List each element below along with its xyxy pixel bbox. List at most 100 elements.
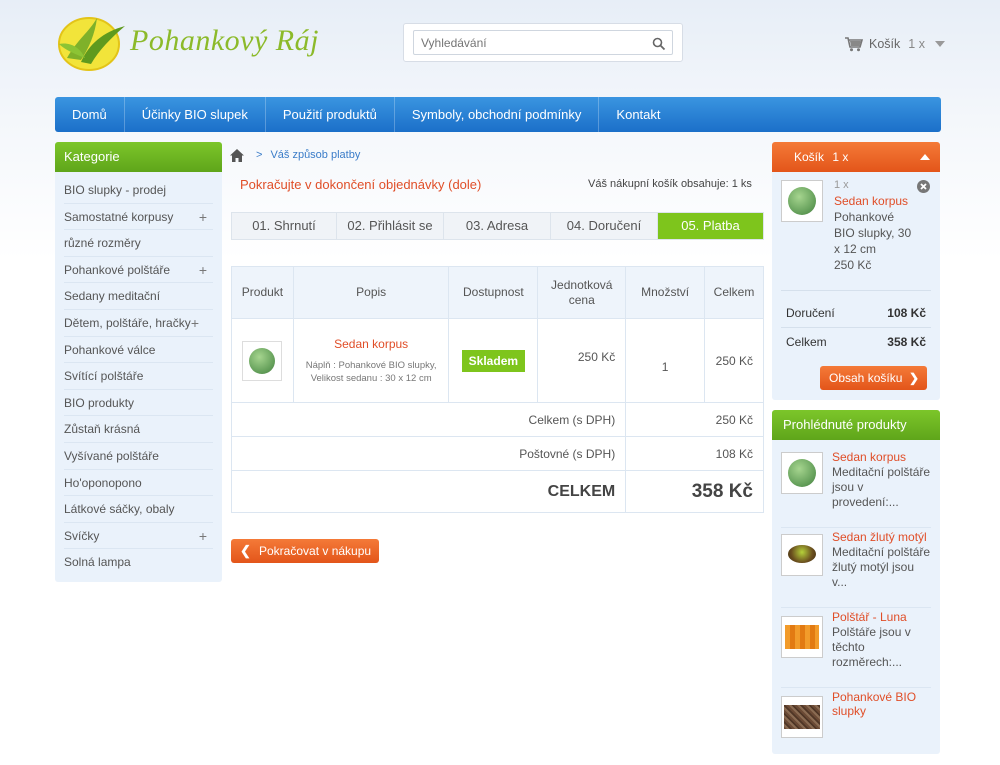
- recent-products-box: Prohlédnuté produkty Sedan korpus Medita…: [772, 410, 940, 754]
- row-total: 250 Kč: [704, 318, 764, 403]
- col-unit-price: Jednotková cena: [537, 266, 627, 319]
- chevron-down-icon: [934, 41, 945, 47]
- product-thumb-cell: [231, 318, 294, 403]
- subtotal-label: Celkem (s DPH): [230, 402, 627, 437]
- step-payment[interactable]: 05. Platba: [658, 213, 763, 239]
- step-summary[interactable]: 01. Shrnutí: [232, 213, 337, 239]
- subtotal-row: Celkem (s DPH) 250 Kč: [230, 402, 764, 437]
- unit-price: 250 Kč: [537, 318, 627, 403]
- recent-item-desc: Polštáře jsou v těchto rozměrech:...: [832, 625, 911, 669]
- cart-summary-text: Váš nákupní košík obsahuje: 1 ks: [588, 178, 752, 190]
- availability-badge: Skladem: [461, 349, 526, 372]
- search-box: [403, 23, 683, 62]
- step-delivery[interactable]: 04. Doručení: [551, 213, 658, 239]
- category-item[interactable]: BIO slupky - prodej: [64, 177, 213, 204]
- continue-shopping-button[interactable]: ❮ Pokračovat v nákupu: [231, 539, 379, 563]
- category-item[interactable]: BIO produkty: [64, 390, 213, 417]
- grand-total-row: CELKEM 358 Kč: [230, 470, 764, 513]
- quantity: 1: [625, 318, 706, 403]
- subtotal-value: 250 Kč: [625, 402, 764, 437]
- breadcrumb-current: Váš způsob platby: [270, 149, 361, 161]
- availability-cell: Skladem: [448, 318, 539, 403]
- nav-usage[interactable]: Použití produktů: [266, 97, 395, 132]
- cart-item-image[interactable]: [781, 180, 823, 222]
- logo[interactable]: Pohankový Ráj: [55, 14, 345, 72]
- step-login[interactable]: 02. Přihlásit se: [337, 213, 444, 239]
- cart-item-qty: 1 x: [834, 179, 849, 191]
- recent-item-image[interactable]: [781, 534, 823, 576]
- product-desc-cell: Sedan korpus Náplň : Pohankové BIO slupk…: [292, 318, 450, 403]
- search-icon[interactable]: [652, 37, 666, 51]
- recent-item-name[interactable]: Sedan žlutý motýl: [832, 530, 942, 544]
- chevron-right-icon: ❯: [908, 371, 919, 385]
- col-availability: Dostupnost: [448, 266, 539, 319]
- col-product: Produkt: [231, 266, 294, 319]
- category-item[interactable]: Svítící polštáře: [64, 363, 213, 390]
- home-icon[interactable]: [230, 148, 244, 162]
- product-description: Náplň : Pohankové BIO slupky, Velikost s…: [305, 359, 437, 384]
- category-item[interactable]: Solná lampa: [64, 549, 213, 576]
- recent-item[interactable]: Sedan korpus Meditační polštáře jsou v p…: [781, 448, 931, 528]
- logo-text: Pohankový Ráj: [130, 24, 319, 57]
- category-item[interactable]: Svíčky +: [64, 523, 213, 550]
- product-name-link[interactable]: Sedan korpus: [304, 337, 439, 351]
- breadcrumb-separator: >: [256, 149, 263, 161]
- recent-item-name[interactable]: Polštář - Luna: [832, 610, 934, 624]
- delivery-value: 108 Kč: [887, 306, 926, 320]
- cart-total-value: 358 Kč: [887, 335, 926, 349]
- recent-title: Prohlédnuté produkty: [772, 410, 940, 440]
- cart-box-header[interactable]: Košík 1 x: [772, 142, 940, 172]
- cart-item-price: 250 Kč: [834, 258, 872, 272]
- recent-item-name[interactable]: Sedan korpus: [832, 450, 934, 464]
- category-item[interactable]: Vyšívané polštáře: [64, 443, 213, 470]
- category-item[interactable]: Ho'oponopono: [64, 470, 213, 497]
- expand-icon[interactable]: +: [191, 310, 199, 337]
- category-sidebar: Kategorie BIO slupky - prodej Samostatné…: [55, 142, 222, 582]
- cart-item-desc: Pohankové BIO slupky, 30 x 12 cm: [834, 210, 912, 256]
- col-description: Popis: [292, 266, 450, 319]
- header-cart[interactable]: Košík 1 x: [844, 34, 945, 54]
- remove-icon[interactable]: [917, 180, 930, 193]
- category-item[interactable]: Samostatné korpusy +: [64, 204, 213, 231]
- expand-icon[interactable]: +: [199, 523, 207, 550]
- shipping-label: Poštovné (s DPH): [230, 436, 627, 471]
- search-input[interactable]: [413, 30, 673, 55]
- recent-item[interactable]: Polštář - Luna Polštáře jsou v těchto ro…: [781, 608, 931, 688]
- expand-icon[interactable]: +: [199, 204, 207, 231]
- category-item[interactable]: Pohankové polštáře +: [64, 257, 213, 284]
- recent-item-image[interactable]: [781, 452, 823, 494]
- header-cart-label: Košík: [869, 37, 901, 51]
- checkout-steps: 01. Shrnutí 02. Přihlásit se 03. Adresa …: [231, 212, 764, 240]
- product-image[interactable]: [242, 340, 283, 381]
- nav-symbols-terms[interactable]: Symboly, obchodní podmínky: [395, 97, 600, 132]
- main-nav: Domů Účinky BIO slupek Použití produktů …: [55, 97, 941, 132]
- recent-item-image[interactable]: [781, 616, 823, 658]
- recent-item-name[interactable]: Pohankové BIO slupky: [832, 690, 934, 718]
- cart-box-count: 1 x: [832, 150, 849, 164]
- category-item[interactable]: různé rozměry: [64, 230, 213, 257]
- recent-item-image[interactable]: [781, 696, 823, 738]
- continue-shopping-label: Pokračovat v nákupu: [259, 544, 372, 558]
- category-item[interactable]: Zůstaň krásná: [64, 416, 213, 443]
- shipping-value: 108 Kč: [625, 436, 764, 471]
- grand-total-label: CELKEM: [230, 470, 627, 513]
- category-item[interactable]: Pohankové válce: [64, 337, 213, 364]
- cart-contents-button[interactable]: Obsah košíku ❯: [820, 366, 927, 390]
- nav-contact[interactable]: Kontakt: [599, 97, 677, 132]
- recent-item-desc: Meditační polštáře žlutý motýl jsou v...: [832, 545, 931, 589]
- recent-item[interactable]: Sedan žlutý motýl Meditační polštáře žlu…: [781, 528, 931, 608]
- header-cart-count: 1 x: [908, 37, 925, 51]
- nav-home[interactable]: Domů: [55, 97, 125, 132]
- logo-leaf-icon: [58, 17, 125, 71]
- nav-effects[interactable]: Účinky BIO slupek: [125, 97, 266, 132]
- category-item[interactable]: Látkové sáčky, obaly: [64, 496, 213, 523]
- category-item[interactable]: Dětem, polštáře, hračky +: [64, 310, 213, 337]
- collapse-icon: [920, 154, 930, 160]
- delivery-label: Doručení: [786, 306, 835, 320]
- category-item[interactable]: Sedany meditační: [64, 283, 213, 310]
- step-address[interactable]: 03. Adresa: [444, 213, 551, 239]
- expand-icon[interactable]: +: [199, 257, 207, 284]
- cart-item-name[interactable]: Sedan korpus: [834, 194, 908, 208]
- recent-item[interactable]: Pohankové BIO slupky: [781, 688, 931, 750]
- cart-total-label: Celkem: [786, 335, 827, 349]
